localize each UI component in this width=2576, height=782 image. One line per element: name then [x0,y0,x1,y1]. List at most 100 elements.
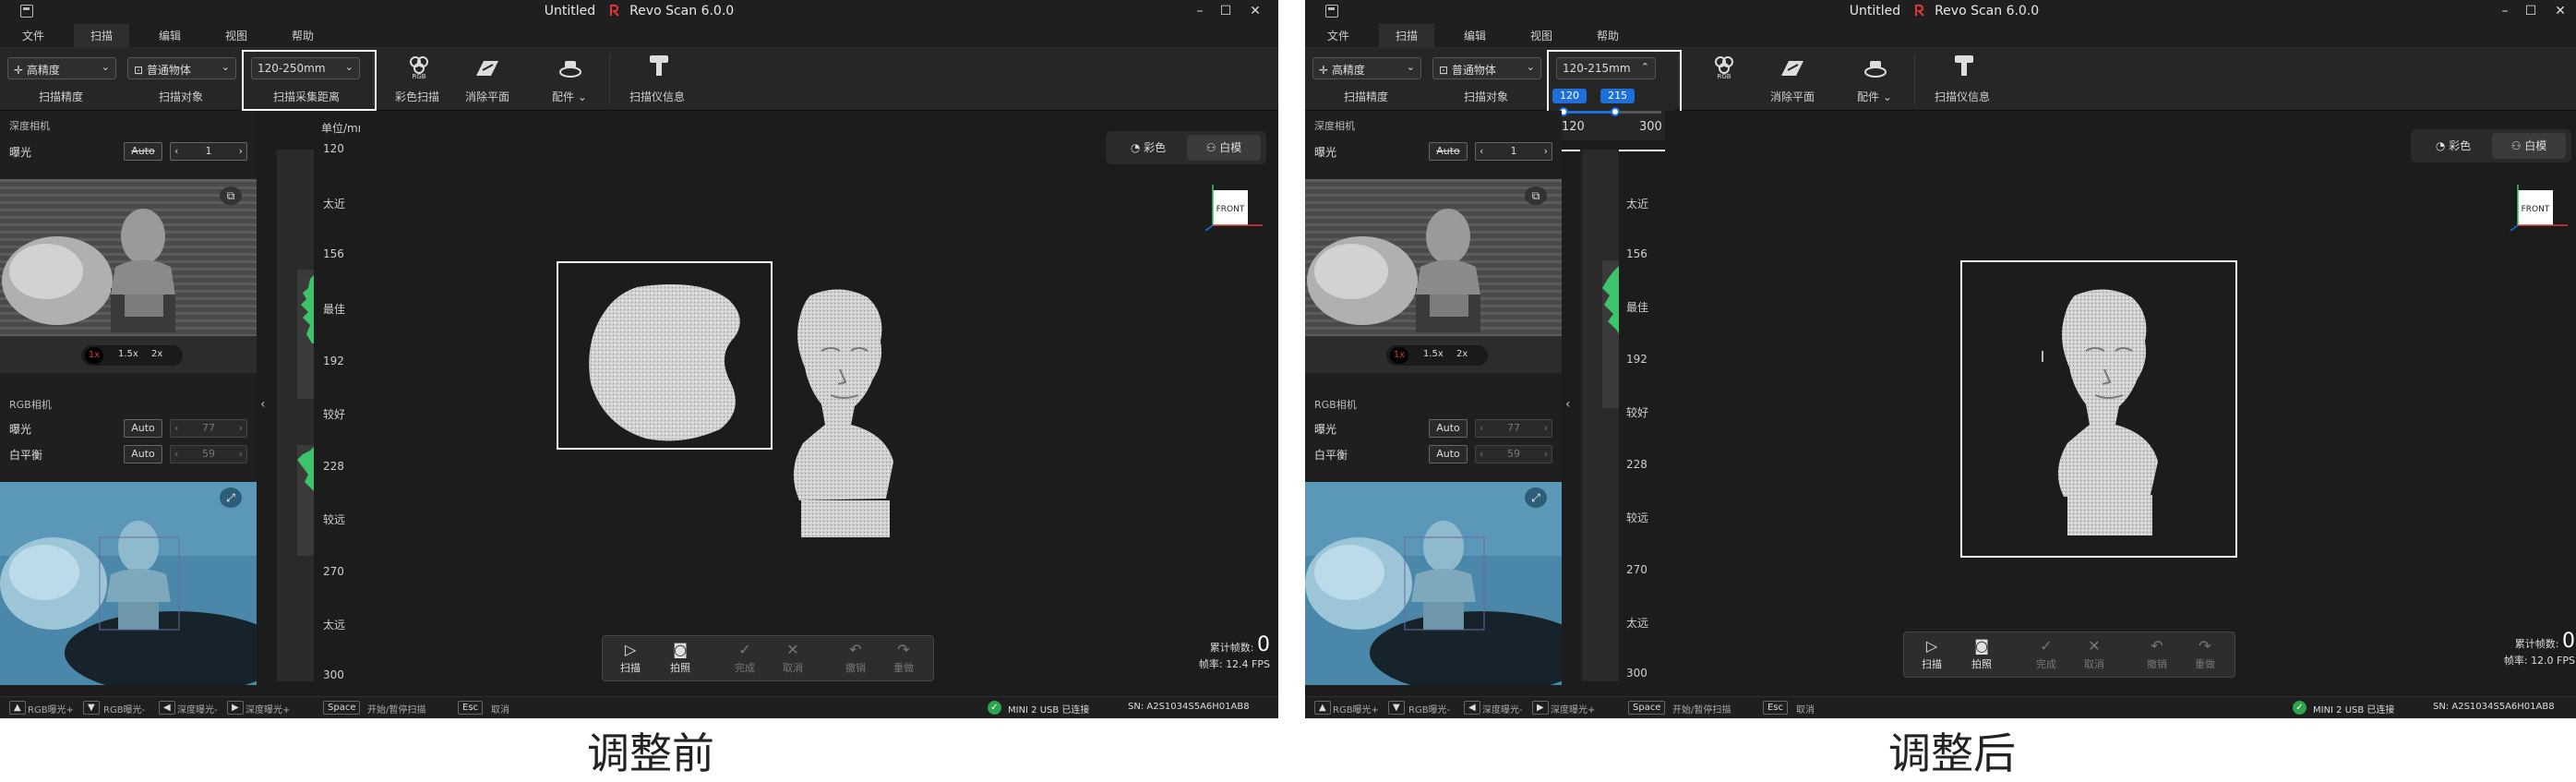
white-mode-button[interactable]: ⚇ 白模 [1187,135,1261,161]
undo-button[interactable]: ↶ 撤销 [835,640,876,675]
cancel-button[interactable]: ✕ 取消 [2074,636,2115,671]
scan-button[interactable]: ▷ 扫描 [610,640,651,675]
white-mode-icon: ⚇ [1205,141,1216,154]
scan-button[interactable]: ▷ 扫描 [1911,636,1952,671]
collapse-panel-icon[interactable]: ‹ [1565,397,1575,415]
minimize-icon[interactable]: – [2496,2,2514,20]
minimize-icon[interactable]: – [1191,2,1209,20]
zoom-option-1-5x[interactable]: 1.5x [1423,349,1444,359]
collapse-panel-icon[interactable]: ‹ [260,397,270,415]
maximize-icon[interactable]: ☐ [1216,2,1235,20]
rgb-auto-button[interactable]: Auto [1429,419,1468,438]
menu-view[interactable]: 视图 [225,28,247,43]
depth-auto-button[interactable]: Auto [124,142,162,161]
key-right-icon: ▶ [227,701,244,715]
remove-plane-icon[interactable] [1779,55,1805,81]
depth-exposure-stepper[interactable]: ‹ 1 › [170,142,247,161]
accessory-icon[interactable] [557,55,583,81]
chevron-right-icon[interactable]: › [1544,143,1552,160]
object-select[interactable]: ⊡ 普通物体 ⌄ [1432,57,1541,79]
3d-viewport[interactable]: ◔ 彩色 ⚇ 白模 FRONT 累计帧数: 0 帧率: 12.4 FPS [360,111,1278,685]
chevron-left-icon[interactable]: ‹ [171,446,178,463]
close-icon[interactable]: ✕ [1246,2,1264,20]
wb-auto-button[interactable]: Auto [124,445,162,463]
redo-button[interactable]: ↷ 重做 [883,640,924,675]
3d-viewport[interactable]: ◔ 彩色 ⚇ 白模 FRONT 累计帧数: 0 帧率: 12.0 FPS [1665,111,2576,685]
photo-button[interactable]: ◙ 拍照 [660,640,701,675]
menu-edit[interactable]: 编辑 [159,28,181,43]
white-balance-label: 白平衡 [9,449,43,462]
orientation-cube[interactable]: FRONT [1202,185,1266,231]
key-down-icon: ▼ [83,701,100,715]
orientation-cube[interactable]: FRONT [2507,185,2571,231]
wb-auto-button[interactable]: Auto [1429,445,1468,463]
cancel-button[interactable]: ✕ 取消 [773,640,813,675]
expand-icon[interactable]: ⤢ [220,487,242,508]
zoom-option-1x[interactable]: 1x [1390,347,1408,364]
rgb-scan-icon[interactable]: RGB [1711,54,1737,79]
caption-after: 调整后 [1888,728,2016,778]
chevron-left-icon[interactable]: ‹ [171,420,178,437]
color-mode-button[interactable]: ◔ 彩色 [2416,133,2490,159]
scanner-info-icon[interactable] [646,54,672,79]
redo-button[interactable]: ↷ 重做 [2185,636,2225,671]
chevron-right-icon[interactable]: › [239,420,246,437]
finish-button[interactable]: ✓ 完成 [725,640,765,675]
menu-edit[interactable]: 编辑 [1464,28,1486,43]
menu-help[interactable]: 帮助 [1597,28,1619,43]
finish-button[interactable]: ✓ 完成 [2026,636,2067,671]
depth-auto-button[interactable]: Auto [1429,142,1468,161]
chevron-left-icon[interactable]: ‹ [1476,143,1483,160]
chevron-right-icon[interactable]: › [1544,420,1552,437]
zoom-option-1x[interactable]: 1x [85,347,103,364]
menu-file[interactable]: 文件 [22,28,44,43]
rgb-exposure-stepper[interactable]: ‹ 77 › [1475,419,1552,438]
menu-scan[interactable]: 扫描 [1379,24,1435,47]
white-balance-stepper[interactable]: ‹ 59 › [170,445,247,463]
undo-icon: ↶ [849,641,862,658]
chevron-right-icon[interactable]: › [239,446,246,463]
chevron-left-icon[interactable]: ‹ [171,143,178,160]
maximize-icon[interactable]: ☐ [2522,2,2540,20]
chevron-right-icon[interactable]: › [1544,446,1552,463]
photo-button[interactable]: ◙ 拍照 [1961,636,2002,671]
zoom-option-1-5x[interactable]: 1.5x [118,349,138,359]
white-mode-button[interactable]: ⚇ 白模 [2492,133,2566,159]
scanner-info-icon[interactable] [1951,54,1977,79]
remove-plane-icon[interactable] [474,55,500,81]
menu-file[interactable]: 文件 [1327,28,1349,43]
zoom-option-2x[interactable]: 2x [1456,349,1468,359]
undo-button[interactable]: ↶ 撤销 [2137,636,2177,671]
depth-tick: 300 [323,668,344,681]
chevron-left-icon[interactable]: ‹ [1476,420,1483,437]
close-icon[interactable]: ✕ [2551,2,2570,20]
app-window-after: Untitled Revo Scan 6.0.0 – ☐ ✕ 文件 扫描 编辑 … [1305,0,2576,718]
menu-view[interactable]: 视图 [1530,28,1552,43]
zoom-option-2x[interactable]: 2x [151,349,162,359]
remove-plane-label: 消除平面 [465,90,510,103]
play-icon: ▷ [1925,637,1938,655]
white-balance-stepper[interactable]: ‹ 59 › [1475,445,1552,463]
key-right-icon: ▶ [1532,701,1549,715]
menu-scan[interactable]: 扫描 [74,24,130,47]
depth-exposure-stepper[interactable]: ‹ 1 › [1475,142,1552,161]
rgb-exposure-stepper[interactable]: ‹ 77 › [170,419,247,438]
snapshot-icon[interactable]: ⧉ [220,186,242,205]
menu-help[interactable]: 帮助 [292,28,314,43]
precision-select[interactable]: ✛ 高精度 ⌄ [7,57,116,79]
rgb-auto-button[interactable]: Auto [124,419,162,438]
snapshot-icon[interactable]: ⧉ [1525,186,1547,205]
object-select[interactable]: ⊡ 普通物体 ⌄ [127,57,236,79]
precision-select[interactable]: ✛ 高精度 ⌄ [1312,57,1421,79]
depth-zone-far: 较远 [323,513,346,526]
chevron-right-icon[interactable]: › [239,143,246,160]
rgb-scan-icon[interactable]: RGB [406,54,432,79]
chevron-left-icon[interactable]: ‹ [1476,446,1483,463]
chevron-down-icon: ⌄ [1406,61,1415,73]
color-mode-button[interactable]: ◔ 彩色 [1111,135,1185,161]
accessory-label[interactable]: 配件 ⌄ [1857,89,1892,104]
accessory-icon[interactable] [1863,55,1888,81]
accessory-label[interactable]: 配件 ⌄ [552,89,587,104]
toolbar: ✛ 高精度 ⌄ 扫描精度 ⊡ 普通物体 ⌄ 扫描对象 120-250mm ⌄ 扫… [0,48,1278,111]
expand-icon[interactable]: ⤢ [1525,487,1547,508]
